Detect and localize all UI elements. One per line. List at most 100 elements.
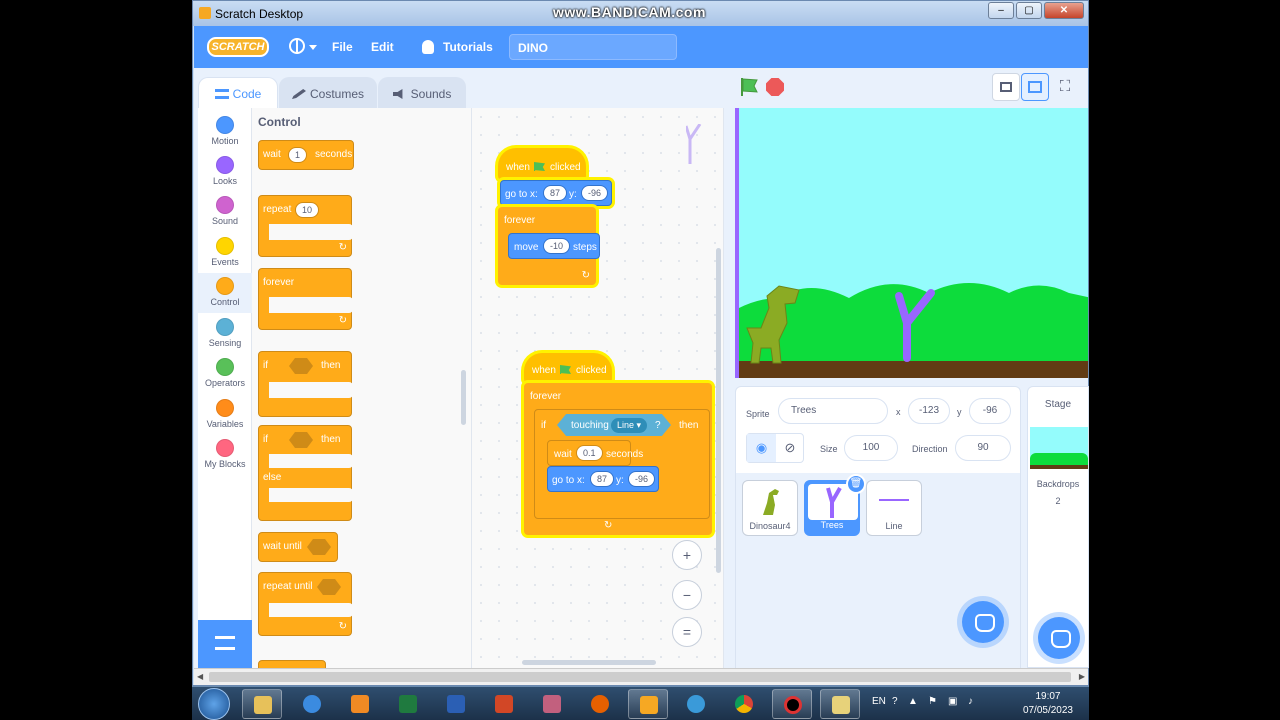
palette-if-else-block[interactable]: if then else	[258, 425, 353, 521]
help-icon[interactable]: ?	[892, 696, 898, 707]
when-flag-clicked-hat[interactable]: when clicked	[498, 148, 586, 180]
move-steps-block[interactable]: move -10 steps	[508, 233, 600, 259]
script-vertical-scrollbar[interactable]	[716, 248, 721, 573]
condition-slot[interactable]	[317, 579, 341, 595]
palette-if-then-block[interactable]: if then	[258, 351, 353, 417]
zoom-in-button[interactable]: +	[672, 540, 702, 570]
palette-wait-until-block[interactable]: wait until	[258, 532, 338, 562]
category-my-blocks[interactable]: My Blocks	[198, 435, 252, 475]
palette-partial-block[interactable]	[258, 660, 326, 668]
stage-target-pane[interactable]: Stage Backdrops 2	[1027, 386, 1089, 668]
forever-block[interactable]: forever move -10 steps ↻	[498, 207, 600, 285]
category-sensing[interactable]: Sensing	[198, 314, 252, 354]
tutorials-menu[interactable]: Tutorials	[443, 40, 493, 54]
file-menu[interactable]: File	[332, 40, 353, 54]
palette-wait-block[interactable]: wait 1 seconds	[258, 140, 354, 170]
add-extension-button[interactable]	[198, 620, 252, 668]
maximize-button[interactable]: ▢	[1016, 2, 1042, 19]
scratch-logo[interactable]: SCRATCH	[207, 37, 269, 57]
stop-button[interactable]	[766, 78, 784, 96]
repeat-count-input[interactable]: 10	[295, 202, 320, 218]
touching-sensing-block[interactable]: touching Line ▾ ?	[557, 414, 671, 436]
taskbar-excel[interactable]	[388, 689, 428, 719]
category-control[interactable]: Control	[198, 273, 252, 313]
category-motion[interactable]: Motion	[198, 112, 252, 152]
sprite-thumb-line[interactable]: Line	[866, 480, 922, 536]
stage-canvas[interactable]	[735, 108, 1088, 378]
edit-menu[interactable]: Edit	[371, 40, 394, 54]
scroll-left-icon[interactable]: ◀	[197, 672, 203, 681]
taskbar-firefox[interactable]	[580, 689, 620, 719]
sprite-x-input[interactable]: -123	[908, 398, 950, 424]
taskbar-explorer[interactable]	[242, 689, 282, 719]
x-input[interactable]: 87	[590, 471, 615, 487]
palette-scrollbar[interactable]	[461, 370, 466, 425]
fullscreen-icon[interactable]: ⛶	[1056, 78, 1074, 96]
taskbar-media-player[interactable]	[340, 689, 380, 719]
chevron-down-icon[interactable]	[309, 45, 317, 50]
network-icon[interactable]: ▣	[948, 696, 957, 707]
y-input[interactable]: -96	[628, 471, 656, 487]
category-events[interactable]: Events	[198, 233, 252, 273]
window-horizontal-scrollbar[interactable]: ◀ ▶	[194, 668, 1088, 685]
tab-sounds[interactable]: Sounds	[378, 77, 466, 109]
choose-sprite-cat-icon[interactable]	[962, 601, 1004, 643]
taskbar-scratch[interactable]	[628, 689, 668, 719]
condition-slot[interactable]	[289, 432, 313, 448]
tray-expand-icon[interactable]: ▲	[908, 696, 918, 707]
close-button[interactable]: ✕	[1044, 2, 1084, 19]
tab-costumes[interactable]: Costumes	[279, 77, 377, 109]
taskbar-ie[interactable]	[292, 689, 332, 719]
wait-seconds-input[interactable]: 1	[288, 147, 308, 163]
scroll-right-icon[interactable]: ▶	[1079, 672, 1085, 681]
category-operators[interactable]: Operators	[198, 354, 252, 394]
tab-code[interactable]: Code	[198, 77, 278, 110]
category-variables[interactable]: Variables	[198, 395, 252, 435]
show-eye-icon[interactable]: ◉	[747, 434, 776, 462]
start-button[interactable]	[198, 688, 230, 720]
goto-xy-block-2[interactable]: go to x: 87 y: -96	[547, 466, 659, 492]
taskbar-chrome[interactable]	[724, 689, 764, 719]
language-indicator[interactable]: EN	[872, 696, 886, 707]
script-horizontal-scrollbar[interactable]	[522, 660, 656, 665]
green-flag-button[interactable]	[738, 76, 760, 98]
taskbar-word[interactable]	[436, 689, 476, 719]
sprite-thumb-dinosaur4[interactable]: Dinosaur4	[742, 480, 798, 536]
taskbar-bandicam[interactable]	[772, 689, 812, 719]
when-flag-clicked-hat-2[interactable]: when clicked	[524, 353, 612, 383]
sprite-y-input[interactable]: -96	[969, 398, 1011, 424]
palette-forever-block[interactable]: forever ↻	[258, 268, 353, 330]
minimize-button[interactable]: –	[988, 2, 1014, 19]
normal-stage-button[interactable]	[1021, 73, 1049, 101]
zoom-reset-button[interactable]: =	[672, 617, 702, 647]
flag-icon[interactable]: ⚑	[928, 696, 937, 707]
taskbar-photo-app[interactable]	[532, 689, 572, 719]
taskbar-notes[interactable]	[820, 689, 860, 719]
x-input[interactable]: 87	[543, 185, 568, 201]
sprite-name-input[interactable]: Trees	[778, 398, 888, 424]
clock[interactable]: 19:07 07/05/2023	[1023, 690, 1073, 718]
volume-icon[interactable]: ♪	[968, 696, 973, 707]
hide-eye-icon[interactable]: ⊘	[776, 434, 804, 462]
forever-block-2[interactable]: forever if touching Line ▾ ? then wait 0…	[524, 383, 712, 535]
project-title-input[interactable]: DINO	[509, 34, 677, 60]
small-stage-button[interactable]	[992, 73, 1020, 101]
condition-slot[interactable]	[307, 539, 331, 555]
wait-seconds-input[interactable]: 0.1	[576, 445, 603, 461]
wait-seconds-block[interactable]: wait 0.1 seconds	[547, 440, 643, 466]
delete-sprite-trash-icon[interactable]: 🗑	[846, 474, 866, 494]
scrollbar-thumb[interactable]	[209, 672, 1071, 682]
script-area[interactable]: when clicked go to x: 87 y: -96 forever …	[472, 108, 724, 668]
goto-xy-block[interactable]: go to x: 87 y: -96	[500, 180, 612, 206]
zoom-out-button[interactable]: −	[672, 580, 702, 610]
if-then-block[interactable]: if touching Line ▾ ? then wait 0.1 secon…	[534, 409, 710, 519]
y-input[interactable]: -96	[581, 185, 609, 201]
sprite-size-input[interactable]: 100	[844, 435, 898, 461]
palette-repeat-until-block[interactable]: repeat until ↻	[258, 572, 353, 636]
condition-slot[interactable]	[289, 358, 313, 374]
taskbar-powerpoint[interactable]	[484, 689, 524, 719]
sprite-direction-input[interactable]: 90	[955, 435, 1011, 461]
category-sound[interactable]: Sound	[198, 192, 252, 232]
steps-input[interactable]: -10	[543, 238, 571, 254]
taskbar-network-app[interactable]	[676, 689, 716, 719]
